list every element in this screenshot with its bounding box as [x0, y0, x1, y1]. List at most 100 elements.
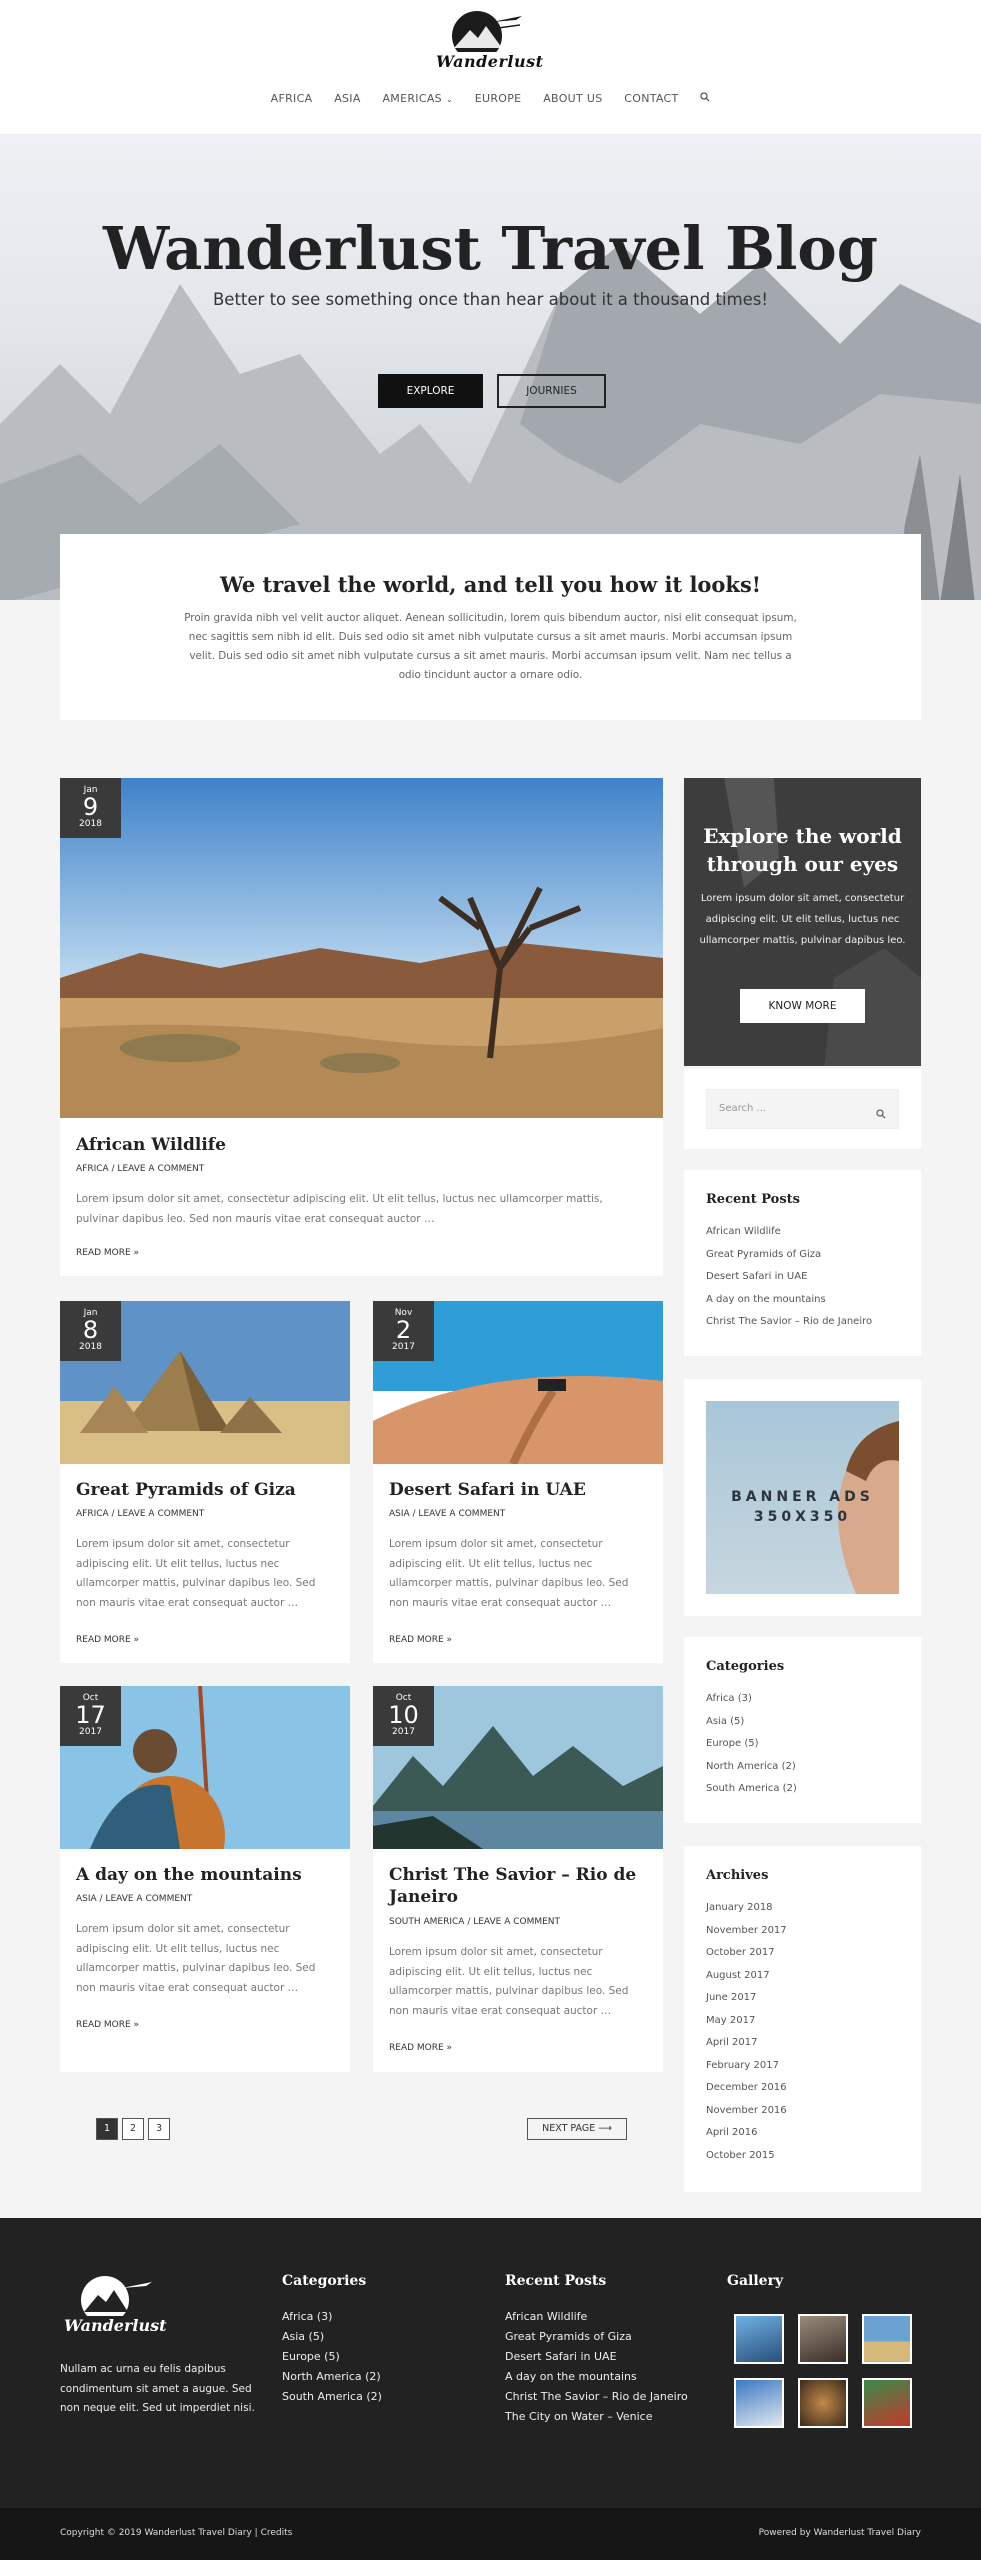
search-icon[interactable]: [700, 92, 710, 105]
post-day: 9: [82, 793, 99, 821]
footer-categories-title: Categories: [282, 2273, 367, 2289]
page-3-button[interactable]: 3: [148, 2118, 170, 2140]
archives-title: Archives: [706, 1868, 769, 1883]
category-link[interactable]: Asia (5): [706, 1716, 797, 1739]
footer-recent-link[interactable]: Desert Safari in UAE: [505, 2350, 688, 2370]
post-excerpt: Lorem ipsum dolor sit amet, consectetur …: [76, 1538, 316, 1609]
post-excerpt: Lorem ipsum dolor sit amet, consectetur …: [76, 1923, 316, 1994]
footer-logo[interactable]: Wanderlust: [60, 2270, 180, 2340]
archive-link[interactable]: October 2015: [706, 2150, 787, 2173]
archive-link[interactable]: January 2018: [706, 1902, 787, 1925]
recent-post-link[interactable]: African Wildlife: [706, 1226, 872, 1249]
post-excerpt: Lorem ipsum dolor sit amet, consectetur …: [76, 1193, 603, 1225]
post-excerpt: Lorem ipsum dolor sit amet, consectetur …: [389, 1946, 629, 2017]
search-field[interactable]: Search ...: [706, 1089, 899, 1129]
page-2-button[interactable]: 2: [122, 2118, 144, 2140]
footer-category-link[interactable]: South America (2): [282, 2390, 382, 2410]
copyright-text: Copyright © 2019 Wanderlust Travel Diary…: [60, 2528, 293, 2538]
nav-africa[interactable]: AFRICA: [271, 92, 313, 105]
footer-recent-title: Recent Posts: [505, 2273, 607, 2289]
footer-recent-link[interactable]: A day on the mountains: [505, 2370, 688, 2390]
category-link[interactable]: Europe (5): [706, 1738, 797, 1761]
intro-text: Proin gravida nibh vel velit auctor aliq…: [184, 612, 797, 681]
page-1-button[interactable]: 1: [96, 2118, 118, 2140]
gallery-thumb[interactable]: [734, 2378, 784, 2428]
category-link[interactable]: South America (2): [706, 1783, 797, 1806]
post-meta[interactable]: AFRICA / LEAVE A COMMENT: [76, 1509, 204, 1519]
recent-posts-widget: Recent Posts African Wildlife Great Pyra…: [684, 1170, 921, 1356]
recent-post-link[interactable]: Great Pyramids of Giza: [706, 1249, 872, 1272]
journies-button[interactable]: JOURNIES: [497, 374, 606, 408]
post-title[interactable]: Christ The Savior – Rio de Janeiro: [389, 1864, 649, 1908]
banner-line-2: 350X350: [753, 1509, 852, 1525]
post-title[interactable]: Desert Safari in UAE: [389, 1479, 649, 1501]
nav-europe[interactable]: EUROPE: [475, 92, 522, 105]
footer-category-link[interactable]: Europe (5): [282, 2350, 382, 2370]
gallery-thumb[interactable]: [798, 2314, 848, 2364]
read-more-link[interactable]: READ MORE »: [389, 2043, 452, 2053]
explore-button[interactable]: EXPLORE: [378, 374, 483, 408]
post-thumbnail[interactable]: [60, 778, 663, 1118]
archive-link[interactable]: April 2016: [706, 2127, 787, 2150]
post-day: 8: [82, 1316, 99, 1344]
category-link[interactable]: North America (2): [706, 1761, 797, 1784]
archive-link[interactable]: April 2017: [706, 2037, 787, 2060]
footer-recent-link[interactable]: The City on Water – Venice: [505, 2410, 688, 2430]
archive-link[interactable]: November 2016: [706, 2105, 787, 2128]
gallery-thumb[interactable]: [862, 2314, 912, 2364]
footer-category-link[interactable]: Asia (5): [282, 2330, 382, 2350]
post-meta[interactable]: AFRICA / LEAVE A COMMENT: [76, 1164, 204, 1174]
footer-recent-link[interactable]: Great Pyramids of Giza: [505, 2330, 688, 2350]
archive-link[interactable]: May 2017: [706, 2015, 787, 2038]
footer-category-link[interactable]: Africa (3): [282, 2310, 382, 2330]
intro-box: We travel the world, and tell you how it…: [60, 534, 921, 720]
archive-link[interactable]: February 2017: [706, 2060, 787, 2083]
recent-post-link[interactable]: A day on the mountains: [706, 1294, 872, 1317]
post-year: 2018: [79, 1342, 102, 1352]
banner-ad[interactable]: BANNER ADS 350X350: [706, 1401, 899, 1594]
gallery-thumb[interactable]: [798, 2378, 848, 2428]
post-card: Nov 2 2017 Desert Safari in UAE ASIA / L…: [373, 1301, 663, 1663]
recent-post-link[interactable]: Desert Safari in UAE: [706, 1271, 872, 1294]
post-title[interactable]: Great Pyramids of Giza: [76, 1479, 336, 1501]
promo-title: Explore the world through our eyes: [703, 824, 902, 876]
search-icon[interactable]: [876, 1104, 886, 1123]
archive-link[interactable]: June 2017: [706, 1992, 787, 2015]
footer-recent-link[interactable]: African Wildlife: [505, 2310, 688, 2330]
recent-post-link[interactable]: Christ The Savior – Rio de Janeiro: [706, 1316, 872, 1339]
footer-gallery-title: Gallery: [727, 2273, 784, 2289]
gallery-thumb[interactable]: [862, 2378, 912, 2428]
post-title[interactable]: A day on the mountains: [76, 1864, 336, 1886]
category-link[interactable]: Africa (3): [706, 1693, 797, 1716]
search-placeholder: Search ...: [719, 1103, 767, 1114]
archive-link[interactable]: October 2017: [706, 1947, 787, 1970]
recent-posts-title: Recent Posts: [706, 1192, 800, 1207]
gallery-thumb[interactable]: [734, 2314, 784, 2364]
post-title[interactable]: African Wildlife: [76, 1134, 226, 1156]
know-more-button[interactable]: KNOW MORE: [740, 989, 865, 1023]
nav-asia[interactable]: ASIA: [334, 92, 360, 105]
site-logo[interactable]: Wanderlust: [432, 8, 550, 72]
nav-contact[interactable]: CONTACT: [624, 92, 678, 105]
post-meta[interactable]: SOUTH AMERICA / LEAVE A COMMENT: [389, 1917, 560, 1927]
read-more-link[interactable]: READ MORE »: [389, 1635, 452, 1645]
nav-about-us[interactable]: ABOUT US: [543, 92, 602, 105]
post-meta[interactable]: ASIA / LEAVE A COMMENT: [389, 1509, 505, 1519]
archive-link[interactable]: August 2017: [706, 1970, 787, 1993]
hero-section: Wanderlust Travel Blog Better to see som…: [0, 134, 981, 600]
read-more-link[interactable]: READ MORE »: [76, 2020, 139, 2030]
read-more-link[interactable]: READ MORE »: [76, 1248, 139, 1258]
footer-category-link[interactable]: North America (2): [282, 2370, 382, 2390]
main-nav: AFRICA ASIA AMERICAS ⌄ EUROPE ABOUT US CO…: [0, 92, 981, 105]
next-page-button[interactable]: NEXT PAGE ⟶: [527, 2118, 627, 2140]
powered-by-text: Powered by Wanderlust Travel Diary: [758, 2528, 921, 2538]
read-more-link[interactable]: READ MORE »: [76, 1635, 139, 1645]
footer-recent-link[interactable]: Christ The Savior – Rio de Janeiro: [505, 2390, 688, 2410]
promo-widget: Explore the world through our eyes Lorem…: [684, 778, 921, 1066]
post-meta[interactable]: ASIA / LEAVE A COMMENT: [76, 1894, 192, 1904]
nav-americas[interactable]: AMERICAS ⌄: [382, 92, 452, 105]
archive-link[interactable]: November 2017: [706, 1925, 787, 1948]
post-year: 2017: [392, 1342, 415, 1352]
post-card: Jan 9 2018 African Wildlife AFRICA / LEA…: [60, 778, 663, 1276]
archive-link[interactable]: December 2016: [706, 2082, 787, 2105]
